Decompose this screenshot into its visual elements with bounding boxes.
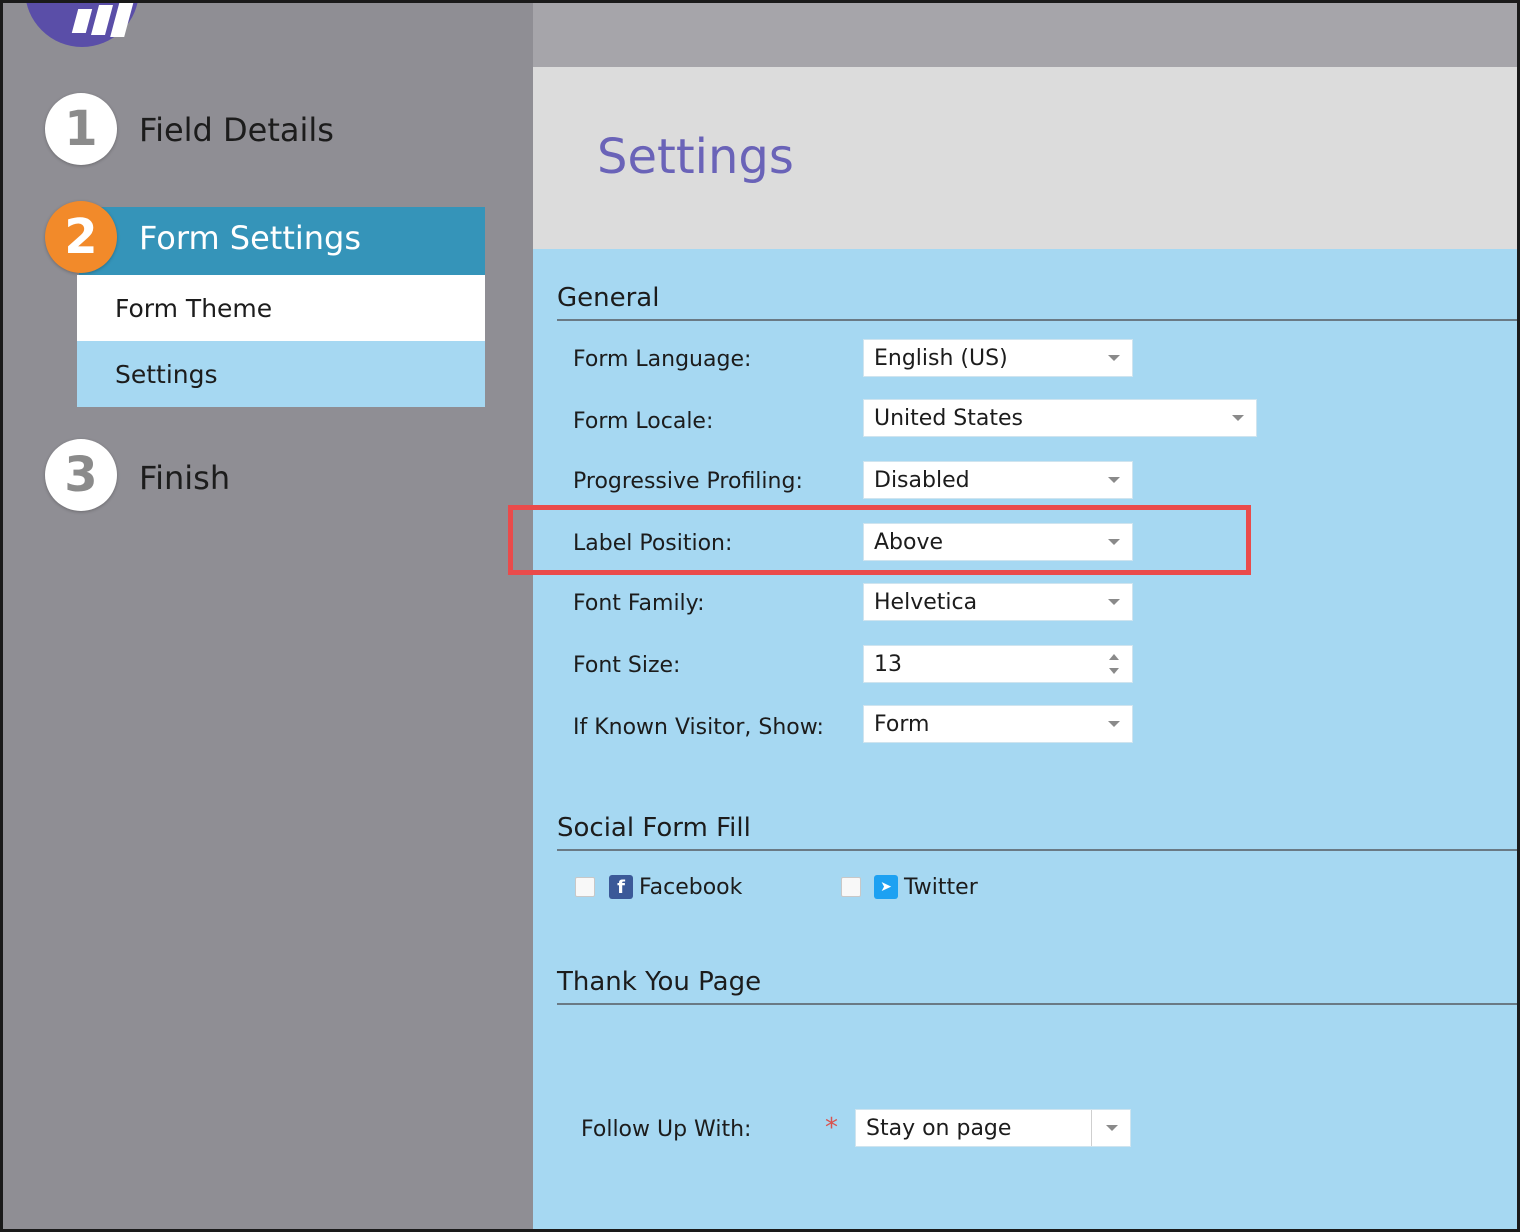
subnav-form-theme[interactable]: Form Theme (77, 275, 485, 341)
step-2-number[interactable]: 2 (45, 201, 117, 273)
logo-mark-icon (71, 9, 93, 33)
spin-down-icon[interactable] (1109, 668, 1119, 674)
spin-up-icon[interactable] (1109, 654, 1119, 660)
logo-mark-icon (90, 5, 114, 35)
section-thankyou-heading: Thank You Page (557, 967, 1517, 1005)
chevron-down-icon (1106, 1125, 1118, 1131)
form-language-select[interactable]: English (US) (863, 339, 1133, 377)
chevron-down-icon (1108, 539, 1120, 545)
font-family-select[interactable]: Helvetica (863, 583, 1133, 621)
step-2-label[interactable]: Form Settings (139, 219, 361, 257)
logo-mark-icon (110, 3, 134, 37)
settings-panel: General Form Language: English (US) Form… (508, 249, 1517, 1229)
sidebar: 1 Field Details Form Settings 2 Form The… (3, 3, 533, 1229)
follow-up-value: Stay on page (866, 1115, 1012, 1141)
section-general-heading: General (557, 283, 1517, 321)
brand-logo (25, 3, 139, 47)
form-language-value: English (US) (874, 345, 1008, 371)
step-1-label[interactable]: Field Details (139, 111, 334, 149)
form-locale-label: Form Locale: (573, 409, 714, 434)
label-position-select[interactable]: Above (863, 523, 1133, 561)
font-size-stepper[interactable]: 13 (863, 645, 1133, 683)
page-header: Settings (533, 67, 1517, 249)
chevron-down-icon (1108, 355, 1120, 361)
follow-up-label: Follow Up With: (581, 1117, 752, 1142)
section-social-heading: Social Form Fill (557, 813, 1517, 851)
step-3-number[interactable]: 3 (45, 439, 117, 511)
facebook-checkbox[interactable] (575, 877, 595, 897)
known-visitor-value: Form (874, 711, 930, 737)
font-size-label: Font Size: (573, 653, 681, 678)
facebook-label[interactable]: Facebook (639, 875, 742, 900)
step-2-active-bar[interactable]: Form Settings (79, 207, 485, 275)
step-1-number[interactable]: 1 (45, 93, 117, 165)
chevron-down-icon (1108, 477, 1120, 483)
select-divider (1091, 1110, 1092, 1146)
form-language-label: Form Language: (573, 347, 752, 372)
progressive-profiling-value: Disabled (874, 467, 970, 493)
label-position-label: Label Position: (573, 531, 733, 556)
known-visitor-select[interactable]: Form (863, 705, 1133, 743)
follow-up-select[interactable]: Stay on page (855, 1109, 1131, 1147)
label-position-value: Above (874, 529, 944, 555)
chevron-down-icon (1108, 599, 1120, 605)
step-3-label[interactable]: Finish (139, 459, 230, 497)
known-visitor-label: If Known Visitor, Show: (573, 715, 824, 740)
page-title: Settings (597, 129, 794, 185)
twitter-checkbox[interactable] (841, 877, 861, 897)
form-locale-select[interactable]: United States (863, 399, 1257, 437)
app-window: 1 Field Details Form Settings 2 Form The… (0, 0, 1520, 1232)
subnav-settings[interactable]: Settings (77, 341, 485, 407)
chevron-down-icon (1108, 721, 1120, 727)
form-locale-value: United States (874, 405, 1023, 431)
facebook-icon: f (609, 875, 633, 899)
progressive-profiling-label: Progressive Profiling: (573, 469, 803, 494)
progressive-profiling-select[interactable]: Disabled (863, 461, 1133, 499)
required-star-icon: * (825, 1113, 838, 1143)
twitter-label[interactable]: Twitter (904, 875, 978, 900)
twitter-icon: ➤ (874, 875, 898, 899)
font-family-label: Font Family: (573, 591, 705, 616)
top-bar (533, 3, 1517, 67)
font-family-value: Helvetica (874, 589, 978, 615)
chevron-down-icon (1232, 415, 1244, 421)
font-size-value: 13 (874, 651, 902, 677)
